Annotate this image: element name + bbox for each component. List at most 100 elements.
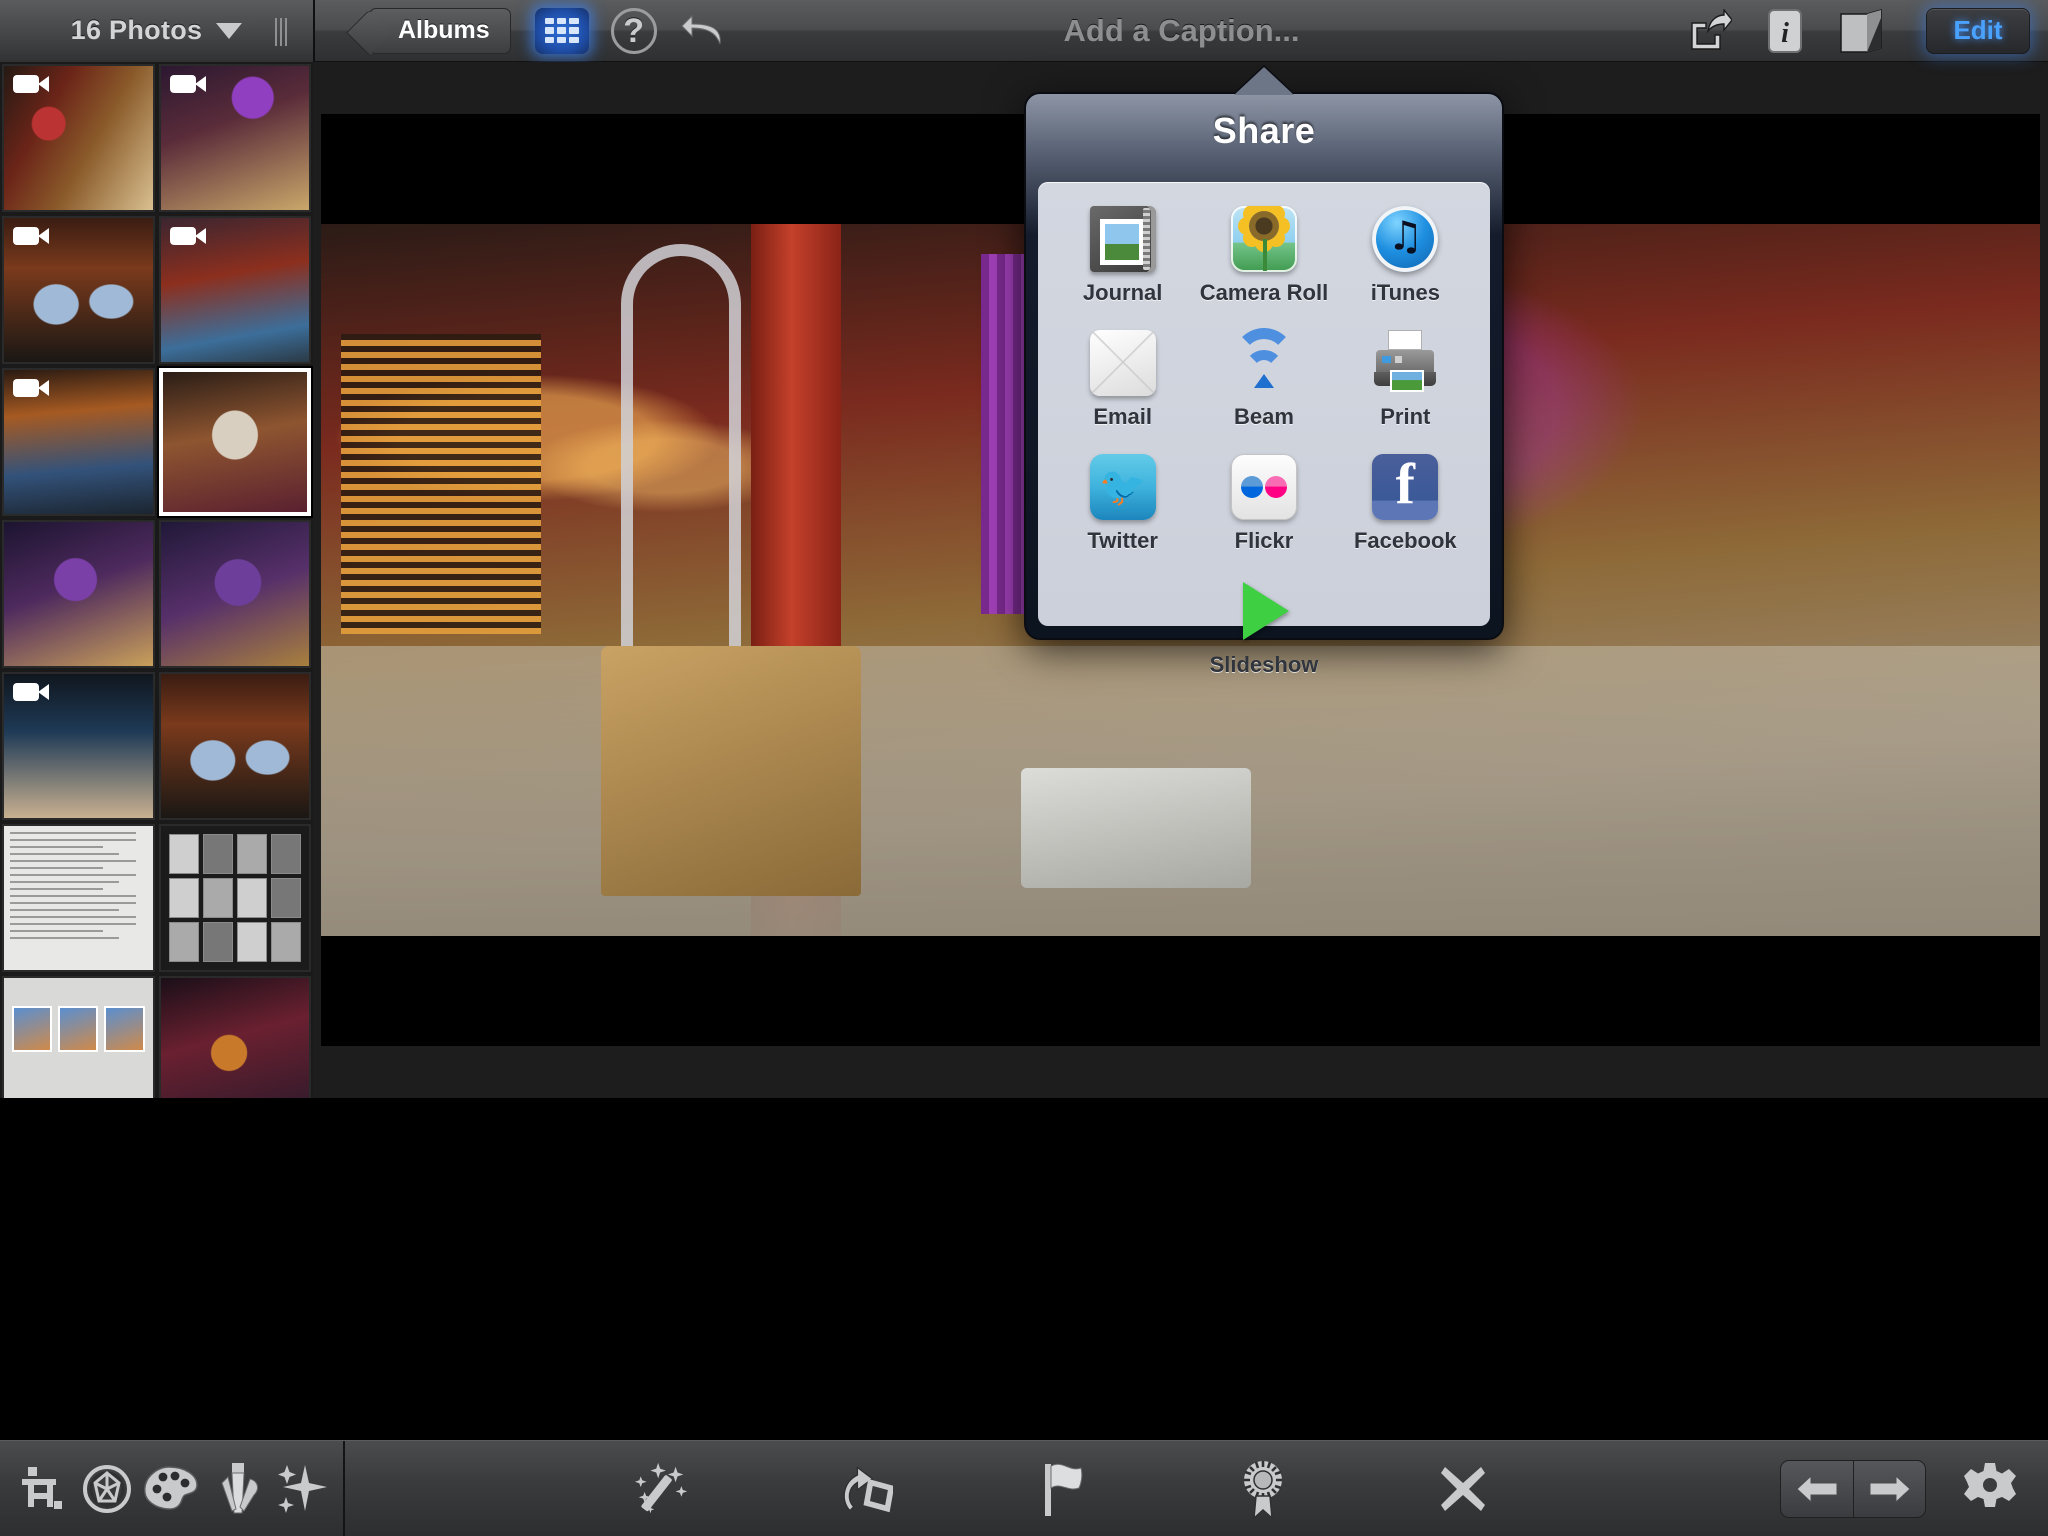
share-option-label: Email [1093, 404, 1152, 430]
popover-arrow [1234, 67, 1294, 95]
drag-grip-icon[interactable] [275, 18, 291, 46]
flickr-dots-icon [1231, 454, 1297, 520]
black-white-grid-preview [169, 834, 302, 962]
share-option-label: Twitter [1087, 528, 1157, 554]
thumbnail-item-4[interactable] [159, 216, 312, 364]
share-option-label: iTunes [1371, 280, 1440, 306]
video-badge-icon [13, 683, 39, 701]
envelope-icon [1090, 330, 1156, 396]
rotate-photo-icon[interactable] [833, 1459, 893, 1519]
share-option-itunes[interactable]: iTunes [1335, 206, 1476, 306]
itunes-music-note-icon [1372, 206, 1438, 272]
back-to-albums-button[interactable]: Albums [369, 8, 511, 54]
share-option-label: Flickr [1235, 528, 1294, 554]
share-popover: Share Journal Camera Roll iTunes Emai [1024, 92, 1504, 640]
arrow-left-icon[interactable] [1781, 1461, 1853, 1517]
thumbnail-item-10[interactable] [159, 672, 312, 820]
undo-arrow-icon[interactable] [677, 8, 729, 54]
arrow-right-icon[interactable] [1853, 1461, 1925, 1517]
share-option-journal[interactable]: Journal [1052, 206, 1193, 306]
photo-count-selector[interactable]: 16 Photos [0, 0, 313, 62]
thumbnail-item-14[interactable] [159, 976, 312, 1098]
thumbnail-item-6-selected[interactable] [159, 368, 312, 516]
x-close-icon[interactable] [1433, 1459, 1493, 1519]
share-option-label: Print [1380, 404, 1430, 430]
share-popover-body: Journal Camera Roll iTunes Email Beam [1038, 182, 1490, 626]
chevron-down-icon [216, 23, 242, 39]
edit-button-label: Edit [1953, 15, 2002, 46]
document-preview-lines [10, 832, 147, 964]
navigation-group [1780, 1459, 2048, 1519]
thumbnail-item-3[interactable] [2, 216, 155, 364]
gallery-preview-row [12, 1006, 145, 1052]
thumbnail-item-11-document[interactable] [2, 824, 155, 972]
sparkles-effects-icon[interactable] [271, 1459, 331, 1519]
edit-tools-group [0, 1441, 345, 1536]
photo-detail-arch [621, 244, 741, 704]
thumbnail-item-2[interactable] [159, 64, 312, 212]
sunflower-photo-icon [1231, 206, 1297, 272]
printer-icon [1372, 330, 1438, 396]
iphoto-app-window: 16 Photos Albums ? Add a Caption... [0, 0, 2048, 1536]
share-option-email[interactable]: Email [1052, 330, 1193, 430]
video-badge-icon [13, 227, 39, 245]
bottom-region [0, 1098, 2048, 1536]
thumbnail-item-8[interactable] [159, 520, 312, 668]
photo-action-tools-group [345, 1441, 1780, 1536]
info-i-icon[interactable]: i [1760, 7, 1810, 55]
edit-button[interactable]: Edit [1926, 8, 2030, 54]
brushes-icon[interactable] [206, 1459, 266, 1519]
thumbnail-item-12-journal[interactable] [159, 824, 312, 972]
share-option-label: Facebook [1354, 528, 1457, 554]
thumbnail-item-9[interactable] [2, 672, 155, 820]
thumbnail-grid [2, 64, 311, 1098]
share-option-label: Slideshow [1210, 652, 1319, 678]
thumbnail-item-7[interactable] [2, 520, 155, 668]
video-badge-icon [13, 75, 39, 93]
share-option-label: Camera Roll [1200, 280, 1328, 306]
flag-icon[interactable] [1033, 1459, 1093, 1519]
thumbnail-item-1[interactable] [2, 64, 155, 212]
thumbnail-sidebar[interactable] [0, 62, 313, 1098]
wifi-beam-icon [1231, 330, 1297, 396]
share-option-beam[interactable]: Beam [1193, 330, 1334, 430]
gear-icon[interactable] [1960, 1459, 2020, 1519]
svg-text:i: i [1781, 18, 1789, 49]
share-option-facebook[interactable]: Facebook [1335, 454, 1476, 554]
green-play-triangle-icon [1231, 578, 1297, 644]
photo-detail-lightstrip [341, 334, 541, 634]
share-option-twitter[interactable]: Twitter [1052, 454, 1193, 554]
photo-nav-buttons [1780, 1460, 1926, 1518]
video-badge-icon [13, 379, 39, 397]
grid-view-icon[interactable] [535, 8, 589, 54]
photo-detail-case [1021, 768, 1251, 888]
back-button-label: Albums [398, 16, 490, 45]
share-option-camera-roll[interactable]: Camera Roll [1193, 206, 1334, 306]
top-toolbar-right: Albums ? Add a Caption... [315, 0, 2048, 62]
filmstrip-background [0, 1098, 2048, 1440]
top-toolbar: 16 Photos Albums ? Add a Caption... [0, 0, 2048, 62]
photo-count-label: 16 Photos [71, 15, 203, 46]
compare-original-icon[interactable] [1836, 7, 1886, 55]
share-option-label: Journal [1083, 280, 1162, 306]
thumbnail-item-5[interactable] [2, 368, 155, 516]
thumbnail-item-13-gallery[interactable] [2, 976, 155, 1098]
video-badge-icon [170, 227, 196, 245]
aperture-icon[interactable] [77, 1459, 137, 1519]
magic-wand-icon[interactable] [633, 1459, 693, 1519]
share-option-label: Beam [1234, 404, 1294, 430]
video-badge-icon [170, 75, 196, 93]
share-option-print[interactable]: Print [1335, 330, 1476, 430]
photo-detail-podium [601, 646, 861, 896]
share-export-icon[interactable] [1684, 7, 1734, 55]
share-option-flickr[interactable]: Flickr [1193, 454, 1334, 554]
bottom-toolbar [0, 1440, 2048, 1536]
share-popover-title: Share [1026, 94, 1502, 152]
award-ribbon-icon[interactable] [1233, 1459, 1293, 1519]
question-mark-icon[interactable]: ? [611, 8, 657, 54]
share-option-slideshow[interactable]: Slideshow [1193, 578, 1334, 678]
share-options-grid: Journal Camera Roll iTunes Email Beam [1052, 206, 1476, 678]
top-toolbar-actions: i Edit [1684, 7, 2030, 55]
paint-palette-icon[interactable] [141, 1459, 201, 1519]
crop-icon[interactable] [12, 1459, 72, 1519]
